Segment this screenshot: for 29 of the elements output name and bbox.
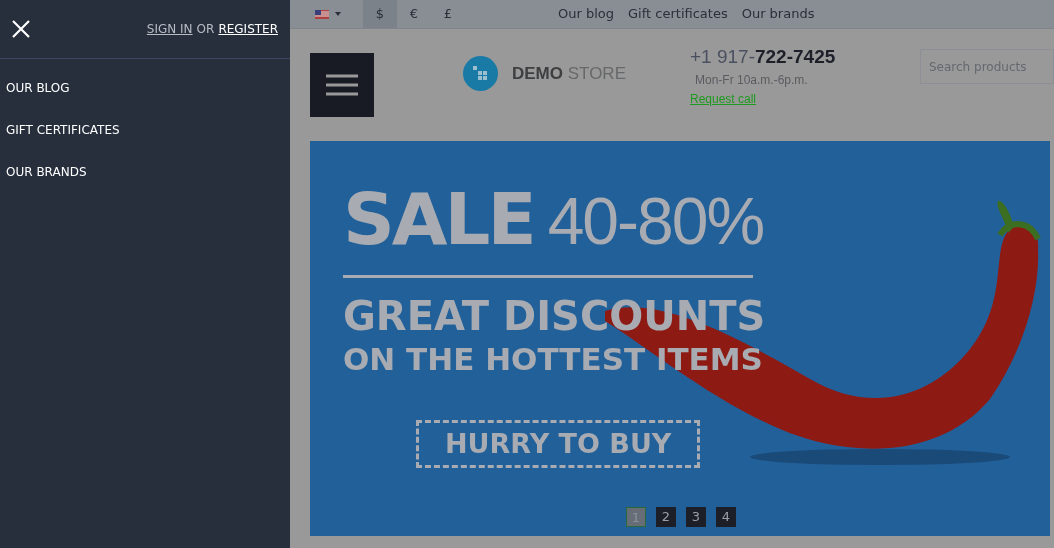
drawer-menu-item[interactable]: OUR BLOG xyxy=(6,78,290,98)
logo-icon xyxy=(463,56,498,91)
carousel-page-button[interactable]: 2 xyxy=(656,507,676,527)
currency-button[interactable]: £ xyxy=(431,0,465,28)
register-link[interactable]: REGISTER xyxy=(218,20,278,38)
us-flag-icon xyxy=(315,9,329,19)
carousel-page-button[interactable]: 4 xyxy=(716,507,736,527)
close-icon[interactable] xyxy=(12,20,30,38)
currency-button[interactable]: $ xyxy=(363,0,397,28)
top-nav-link[interactable]: Gift certificates xyxy=(628,4,728,24)
menu-icon xyxy=(326,74,358,96)
banner-subheadline: ON THE HOTTEST ITEMS xyxy=(343,340,764,378)
sale-heading: SALE xyxy=(343,183,534,255)
hours-text: Mon-Fr 10a.m.-6p.m. xyxy=(695,72,809,89)
phone-prefix: +1 917- xyxy=(690,46,755,67)
currency-button[interactable]: € xyxy=(397,0,431,28)
discount-heading: 40-80% xyxy=(547,188,764,254)
or-text: OR xyxy=(196,21,215,38)
top-nav-link[interactable]: Our blog xyxy=(558,4,615,24)
carousel-page-button[interactable]: 3 xyxy=(686,507,706,527)
sign-in-link[interactable]: SIGN IN xyxy=(146,20,193,38)
top-nav-link[interactable]: Our brands xyxy=(741,4,815,24)
drawer-menu-item[interactable]: OUR BRANDS xyxy=(6,162,290,182)
menu-button[interactable] xyxy=(310,53,374,117)
phone-number: 722-7425 xyxy=(755,46,836,67)
hurry-to-buy-button[interactable]: HURRY TO BUY xyxy=(416,420,700,468)
drawer-menu-item[interactable]: GIFT CERTIFICATES xyxy=(6,120,290,140)
caret-icon xyxy=(335,12,341,16)
logo-text-bold: DEMO xyxy=(512,63,563,83)
